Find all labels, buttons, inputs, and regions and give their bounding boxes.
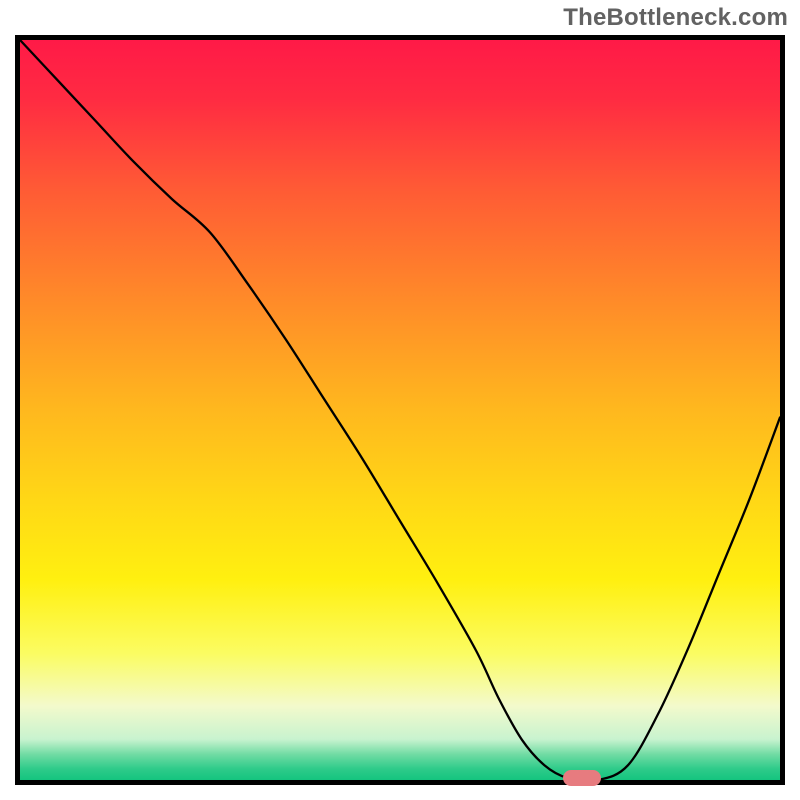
optimal-point-marker — [563, 770, 601, 786]
bottleneck-curve — [20, 40, 780, 780]
watermark-text: TheBottleneck.com — [563, 4, 788, 32]
chart-curve-layer — [20, 40, 780, 780]
chart-frame — [15, 35, 785, 785]
